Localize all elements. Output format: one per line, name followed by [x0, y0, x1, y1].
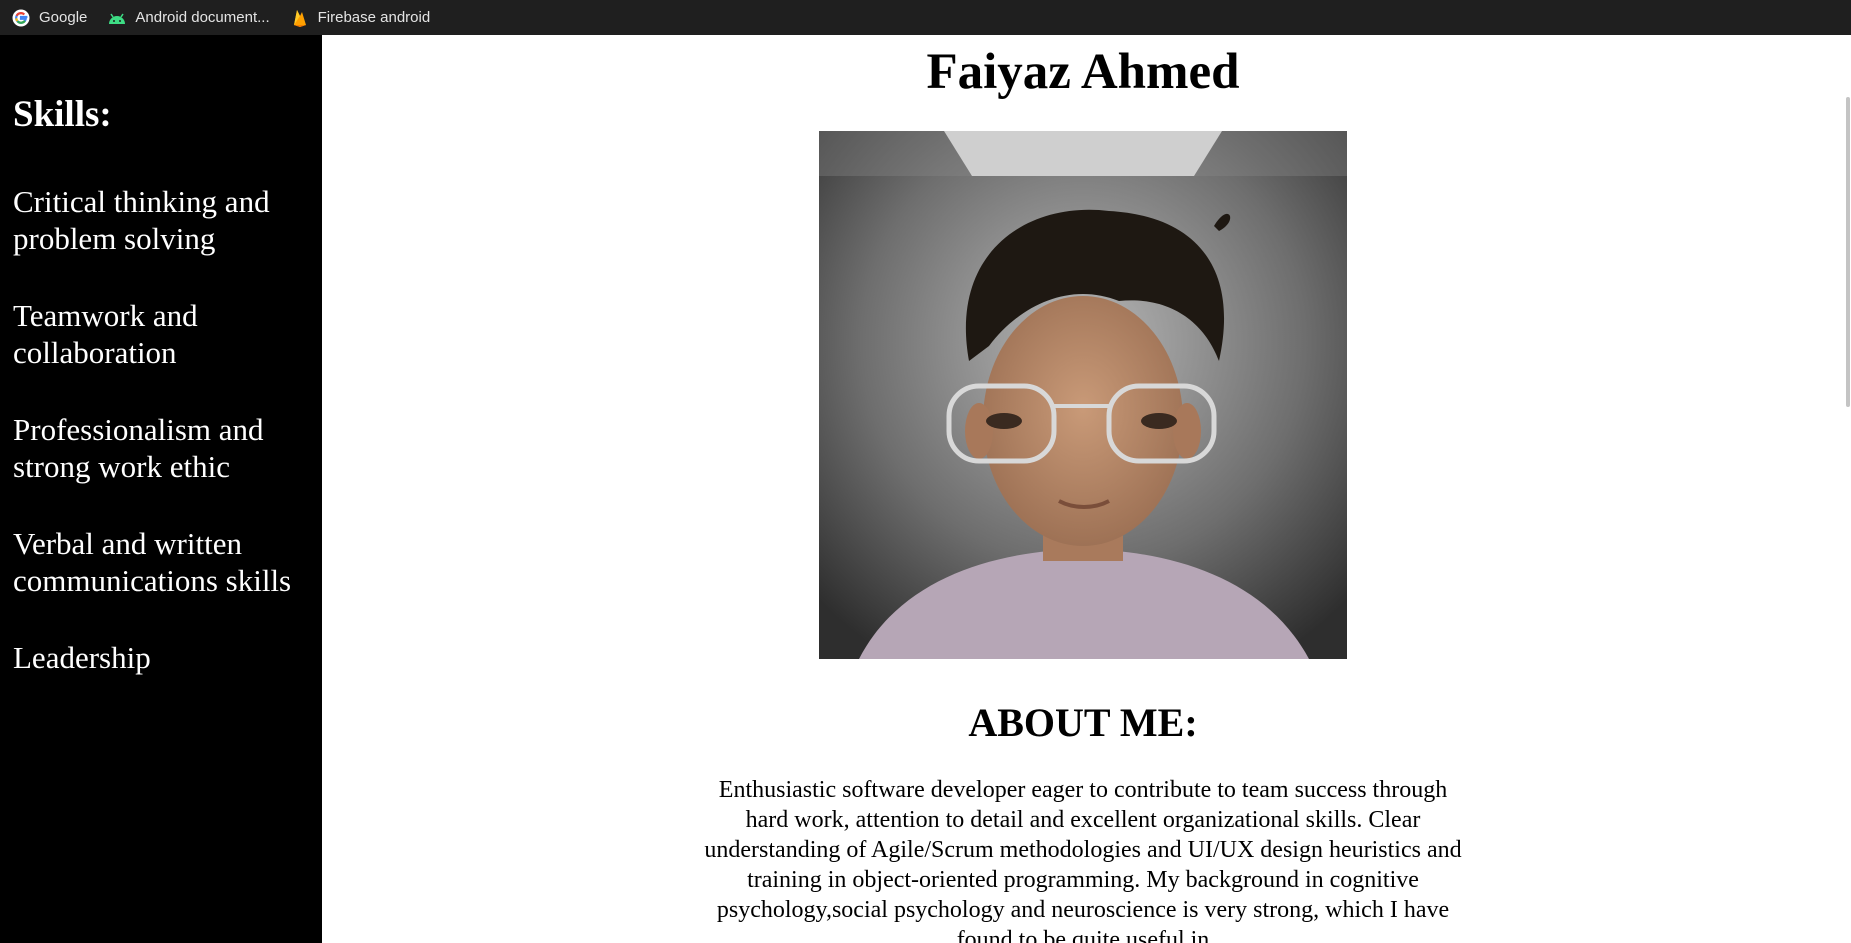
profile-photo	[819, 131, 1347, 660]
about-heading: ABOUT ME:	[968, 700, 1198, 746]
bookmarks-bar: Google Android document... Firebase andr…	[0, 0, 1851, 35]
skill-item: Critical thinking and problem solving	[13, 184, 270, 257]
skill-item: Professionalism and strong work ethic	[13, 412, 264, 485]
skill-item: Teamwork and collaboration	[13, 298, 198, 371]
skills-heading: Skills:	[13, 94, 112, 135]
main-content: Faiyaz Ahmed ABOUT ME: Enthusiastic soft…	[322, 35, 1844, 943]
skills-sidebar: Skills: Critical thinking and problem so…	[0, 35, 322, 943]
android-icon	[107, 8, 127, 28]
bookmark-firebase-android[interactable]: Firebase android	[288, 4, 433, 32]
firebase-icon	[290, 8, 310, 28]
about-text: Enthusiastic software developer eager to…	[704, 777, 1462, 943]
bookmark-label: Google	[39, 9, 88, 26]
page-title: Faiyaz Ahmed	[926, 44, 1240, 100]
bookmark-android-documentation[interactable]: Android document...	[105, 4, 271, 32]
bookmark-google[interactable]: Google	[9, 4, 89, 32]
bookmark-label: Firebase android	[317, 9, 431, 26]
scrollbar-thumb[interactable]	[1846, 97, 1850, 407]
skill-item: Verbal and written communications skills	[13, 526, 292, 599]
skill-item: Leadership	[13, 640, 151, 676]
scrollbar[interactable]	[1844, 35, 1851, 943]
skills-list: Critical thinking and problem solving Te…	[13, 183, 312, 676]
google-icon	[11, 8, 31, 28]
bookmark-label: Android document...	[135, 9, 270, 26]
